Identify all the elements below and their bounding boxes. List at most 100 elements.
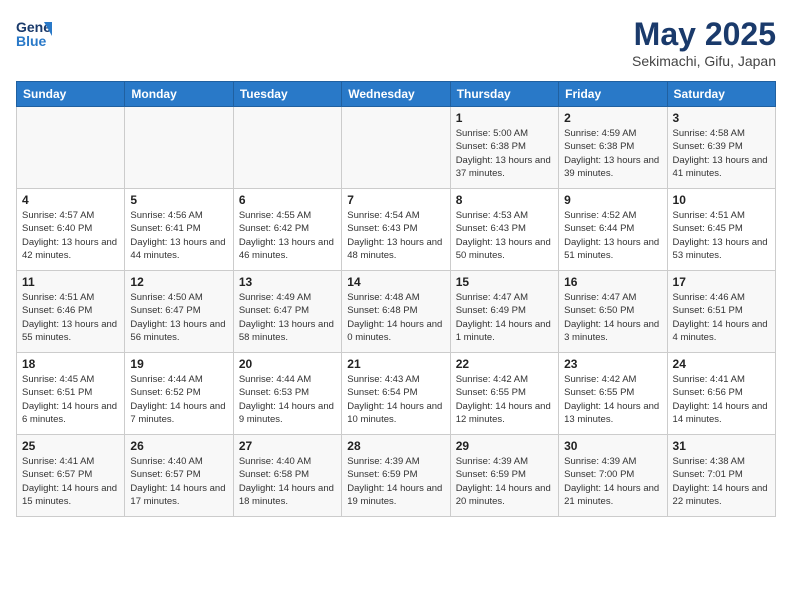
day-info: Sunrise: 4:40 AM Sunset: 6:58 PM Dayligh… xyxy=(239,455,336,508)
day-number: 1 xyxy=(456,111,553,125)
day-info: Sunrise: 4:52 AM Sunset: 6:44 PM Dayligh… xyxy=(564,209,661,262)
day-info: Sunrise: 4:42 AM Sunset: 6:55 PM Dayligh… xyxy=(456,373,553,426)
day-info: Sunrise: 4:48 AM Sunset: 6:48 PM Dayligh… xyxy=(347,291,444,344)
day-cell-15: 15 Sunrise: 4:47 AM Sunset: 6:49 PM Dayli… xyxy=(450,271,558,353)
day-cell-8: 8 Sunrise: 4:53 AM Sunset: 6:43 PM Daylig… xyxy=(450,189,558,271)
weekday-header-tuesday: Tuesday xyxy=(233,82,341,107)
logo: General Blue xyxy=(16,16,52,57)
day-cell-21: 21Sunrise: 4:43 AM Sunset: 6:54 PM Dayli… xyxy=(342,353,450,435)
day-number: 6 xyxy=(239,193,336,207)
day-cell-1: 1 Sunrise: 5:00 AM Sunset: 6:38 PM Daylig… xyxy=(450,107,558,189)
day-number: 28 xyxy=(347,439,444,453)
day-number: 27 xyxy=(239,439,336,453)
day-cell-20: 20 Sunrise: 4:44 AM Sunset: 6:53 PM Dayli… xyxy=(233,353,341,435)
day-number: 26 xyxy=(130,439,227,453)
day-cell-25: 25Sunrise: 4:41 AM Sunset: 6:57 PM Dayli… xyxy=(17,435,125,517)
day-info: Sunrise: 4:51 AM Sunset: 6:46 PM Dayligh… xyxy=(22,291,119,344)
day-number: 30 xyxy=(564,439,661,453)
day-info: Sunrise: 4:39 AM Sunset: 6:59 PM Dayligh… xyxy=(347,455,444,508)
day-number: 17 xyxy=(673,275,770,289)
title-block: May 2025 Sekimachi, Gifu, Japan xyxy=(632,16,776,69)
day-cell-22: 22 Sunrise: 4:42 AM Sunset: 6:55 PM Dayli… xyxy=(450,353,558,435)
empty-cell xyxy=(233,107,341,189)
day-number: 2 xyxy=(564,111,661,125)
day-info: Sunrise: 4:45 AM Sunset: 6:51 PM Dayligh… xyxy=(22,373,119,426)
day-cell-29: 29 Sunrise: 4:39 AM Sunset: 6:59 PM Dayli… xyxy=(450,435,558,517)
empty-cell xyxy=(125,107,233,189)
week-row-3: 11 Sunrise: 4:51 AM Sunset: 6:46 PM Dayli… xyxy=(17,271,776,353)
week-row-1: 1 Sunrise: 5:00 AM Sunset: 6:38 PM Daylig… xyxy=(17,107,776,189)
day-cell-26: 26 Sunrise: 4:40 AM Sunset: 6:57 PM Dayli… xyxy=(125,435,233,517)
day-info: Sunrise: 5:00 AM Sunset: 6:38 PM Dayligh… xyxy=(456,127,553,180)
week-row-2: 4 Sunrise: 4:57 AM Sunset: 6:40 PM Daylig… xyxy=(17,189,776,271)
day-cell-4: 4 Sunrise: 4:57 AM Sunset: 6:40 PM Daylig… xyxy=(17,189,125,271)
month-title: May 2025 xyxy=(632,16,776,53)
day-cell-18: 18 Sunrise: 4:45 AM Sunset: 6:51 PM Dayli… xyxy=(17,353,125,435)
day-cell-3: 3 Sunrise: 4:58 AM Sunset: 6:39 PM Daylig… xyxy=(667,107,775,189)
day-number: 15 xyxy=(456,275,553,289)
day-number: 22 xyxy=(456,357,553,371)
svg-text:Blue: Blue xyxy=(16,33,47,49)
day-info: Sunrise: 4:42 AM Sunset: 6:55 PM Dayligh… xyxy=(564,373,661,426)
day-cell-24: 24Sunrise: 4:41 AM Sunset: 6:56 PM Dayli… xyxy=(667,353,775,435)
day-number: 5 xyxy=(130,193,227,207)
day-number: 3 xyxy=(673,111,770,125)
day-info: Sunrise: 4:39 AM Sunset: 7:00 PM Dayligh… xyxy=(564,455,661,508)
empty-cell xyxy=(342,107,450,189)
day-cell-17: 17Sunrise: 4:46 AM Sunset: 6:51 PM Dayli… xyxy=(667,271,775,353)
day-cell-2: 2 Sunrise: 4:59 AM Sunset: 6:38 PM Daylig… xyxy=(559,107,667,189)
day-cell-30: 30 Sunrise: 4:39 AM Sunset: 7:00 PM Dayli… xyxy=(559,435,667,517)
day-number: 8 xyxy=(456,193,553,207)
page-header: General Blue May 2025 Sekimachi, Gifu, J… xyxy=(16,16,776,69)
day-info: Sunrise: 4:50 AM Sunset: 6:47 PM Dayligh… xyxy=(130,291,227,344)
week-row-5: 25Sunrise: 4:41 AM Sunset: 6:57 PM Dayli… xyxy=(17,435,776,517)
day-cell-10: 10Sunrise: 4:51 AM Sunset: 6:45 PM Dayli… xyxy=(667,189,775,271)
weekday-header-row: SundayMondayTuesdayWednesdayThursdayFrid… xyxy=(17,82,776,107)
day-info: Sunrise: 4:44 AM Sunset: 6:53 PM Dayligh… xyxy=(239,373,336,426)
day-number: 13 xyxy=(239,275,336,289)
day-cell-9: 9Sunrise: 4:52 AM Sunset: 6:44 PM Daylig… xyxy=(559,189,667,271)
day-number: 25 xyxy=(22,439,119,453)
day-info: Sunrise: 4:44 AM Sunset: 6:52 PM Dayligh… xyxy=(130,373,227,426)
day-cell-23: 23Sunrise: 4:42 AM Sunset: 6:55 PM Dayli… xyxy=(559,353,667,435)
weekday-header-friday: Friday xyxy=(559,82,667,107)
day-number: 7 xyxy=(347,193,444,207)
day-number: 11 xyxy=(22,275,119,289)
day-info: Sunrise: 4:40 AM Sunset: 6:57 PM Dayligh… xyxy=(130,455,227,508)
day-number: 4 xyxy=(22,193,119,207)
day-number: 16 xyxy=(564,275,661,289)
day-cell-6: 6 Sunrise: 4:55 AM Sunset: 6:42 PM Daylig… xyxy=(233,189,341,271)
day-info: Sunrise: 4:56 AM Sunset: 6:41 PM Dayligh… xyxy=(130,209,227,262)
day-number: 21 xyxy=(347,357,444,371)
day-info: Sunrise: 4:47 AM Sunset: 6:49 PM Dayligh… xyxy=(456,291,553,344)
weekday-header-sunday: Sunday xyxy=(17,82,125,107)
day-cell-13: 13Sunrise: 4:49 AM Sunset: 6:47 PM Dayli… xyxy=(233,271,341,353)
day-info: Sunrise: 4:59 AM Sunset: 6:38 PM Dayligh… xyxy=(564,127,661,180)
day-number: 14 xyxy=(347,275,444,289)
day-cell-7: 7 Sunrise: 4:54 AM Sunset: 6:43 PM Daylig… xyxy=(342,189,450,271)
day-number: 10 xyxy=(673,193,770,207)
day-number: 19 xyxy=(130,357,227,371)
day-cell-5: 5 Sunrise: 4:56 AM Sunset: 6:41 PM Daylig… xyxy=(125,189,233,271)
day-info: Sunrise: 4:57 AM Sunset: 6:40 PM Dayligh… xyxy=(22,209,119,262)
day-info: Sunrise: 4:58 AM Sunset: 6:39 PM Dayligh… xyxy=(673,127,770,180)
day-info: Sunrise: 4:55 AM Sunset: 6:42 PM Dayligh… xyxy=(239,209,336,262)
day-info: Sunrise: 4:54 AM Sunset: 6:43 PM Dayligh… xyxy=(347,209,444,262)
day-cell-16: 16 Sunrise: 4:47 AM Sunset: 6:50 PM Dayli… xyxy=(559,271,667,353)
day-info: Sunrise: 4:39 AM Sunset: 6:59 PM Dayligh… xyxy=(456,455,553,508)
weekday-header-wednesday: Wednesday xyxy=(342,82,450,107)
day-cell-31: 31Sunrise: 4:38 AM Sunset: 7:01 PM Dayli… xyxy=(667,435,775,517)
calendar: SundayMondayTuesdayWednesdayThursdayFrid… xyxy=(16,81,776,517)
day-info: Sunrise: 4:47 AM Sunset: 6:50 PM Dayligh… xyxy=(564,291,661,344)
day-number: 20 xyxy=(239,357,336,371)
day-number: 29 xyxy=(456,439,553,453)
day-info: Sunrise: 4:53 AM Sunset: 6:43 PM Dayligh… xyxy=(456,209,553,262)
day-number: 18 xyxy=(22,357,119,371)
week-row-4: 18 Sunrise: 4:45 AM Sunset: 6:51 PM Dayli… xyxy=(17,353,776,435)
day-cell-27: 27 Sunrise: 4:40 AM Sunset: 6:58 PM Dayli… xyxy=(233,435,341,517)
weekday-header-thursday: Thursday xyxy=(450,82,558,107)
weekday-header-saturday: Saturday xyxy=(667,82,775,107)
empty-cell xyxy=(17,107,125,189)
day-cell-14: 14 Sunrise: 4:48 AM Sunset: 6:48 PM Dayli… xyxy=(342,271,450,353)
location: Sekimachi, Gifu, Japan xyxy=(632,53,776,69)
